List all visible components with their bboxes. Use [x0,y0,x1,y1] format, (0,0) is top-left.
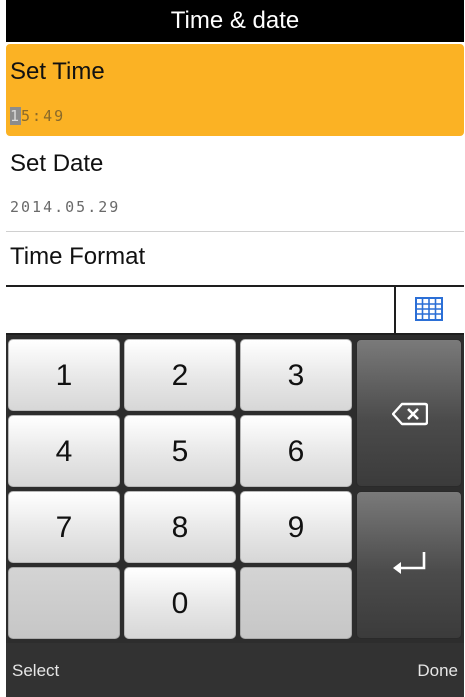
backspace-icon [392,402,428,426]
set-time-item[interactable]: Set Time 15:49 [6,44,464,136]
time-format-item[interactable]: Time Format [6,232,464,284]
set-date-value: 2014.05.29 [10,198,121,216]
numeric-keypad: 1 2 3 4 5 6 7 8 9 0 [6,335,464,643]
number-input-row [6,285,464,335]
key-4[interactable]: 4 [8,415,120,487]
key-6[interactable]: 6 [240,415,352,487]
set-time-value[interactable]: 15:49 [10,107,65,125]
key-7[interactable]: 7 [8,491,120,563]
keyboard-toggle-button[interactable] [414,296,446,324]
input-separator [394,287,396,333]
blank-key-left [8,567,120,639]
key-9[interactable]: 9 [240,491,352,563]
select-softkey[interactable]: Select [12,661,59,681]
key-8[interactable]: 8 [124,491,236,563]
page-title: Time & date [6,0,464,42]
key-2[interactable]: 2 [124,339,236,411]
text-cursor: 1 [10,107,22,125]
keyboard-icon [415,297,443,321]
key-3[interactable]: 3 [240,339,352,411]
backspace-button[interactable] [356,339,462,487]
key-1[interactable]: 1 [8,339,120,411]
key-5[interactable]: 5 [124,415,236,487]
set-date-label: Set Date [10,150,104,177]
done-softkey[interactable]: Done [417,661,458,681]
key-0[interactable]: 0 [124,567,236,639]
time-format-label: Time Format [10,243,146,270]
number-input-field[interactable] [6,287,394,333]
set-date-item[interactable]: Set Date 2014.05.29 [6,138,464,230]
blank-key-right [240,567,352,639]
enter-button[interactable] [356,491,462,639]
enter-icon [393,552,426,574]
time-date-screen: Time & date Set Time 15:49 Set Date 2014… [6,0,464,697]
set-time-value-rest: 5:49 [21,107,66,125]
set-time-label: Set Time [10,58,105,85]
softkey-bar: Select Done [6,643,464,697]
